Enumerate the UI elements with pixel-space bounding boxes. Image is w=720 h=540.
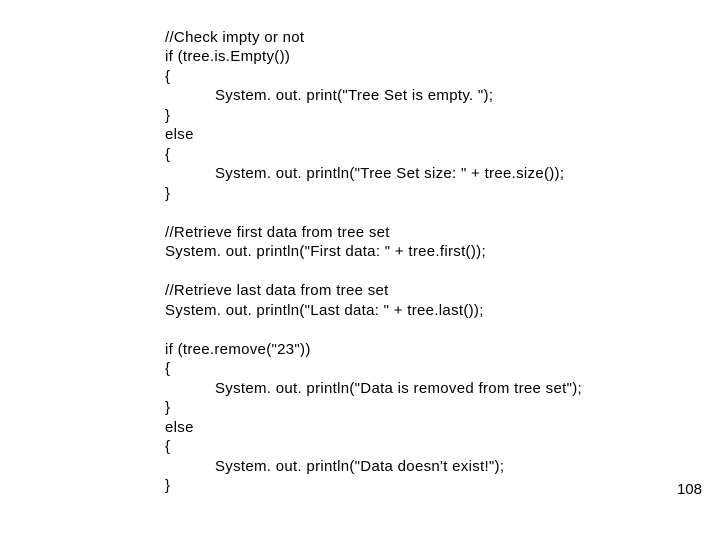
code-line: System. out. println("Last data: " + tre… <box>165 302 484 319</box>
code-line: } <box>165 477 170 494</box>
code-line: if (tree.is.Empty()) <box>165 48 290 65</box>
code-line: //Retrieve first data from tree set <box>165 224 390 241</box>
page-number: 108 <box>677 481 702 498</box>
code-line: { <box>165 146 170 163</box>
code-snippet: //Check impty or not if (tree.is.Empty()… <box>165 8 582 496</box>
code-line: } <box>165 185 170 202</box>
code-line: else <box>165 126 194 143</box>
code-line: else <box>165 419 194 436</box>
code-line: System. out. println("First data: " + tr… <box>165 243 486 260</box>
code-line: //Retrieve last data from tree set <box>165 282 389 299</box>
code-line: { <box>165 68 170 85</box>
code-line: System. out. print("Tree Set is empty. "… <box>215 87 493 104</box>
code-line: if (tree.remove("23")) <box>165 341 311 358</box>
code-line: { <box>165 438 170 455</box>
code-line: System. out. println("Data doesn't exist… <box>215 458 504 475</box>
code-line: System. out. println("Tree Set size: " +… <box>215 165 564 182</box>
code-line: //Check impty or not <box>165 29 304 46</box>
code-line: { <box>165 360 170 377</box>
code-line: } <box>165 107 170 124</box>
code-line: } <box>165 399 170 416</box>
code-line: System. out. println("Data is removed fr… <box>215 380 582 397</box>
